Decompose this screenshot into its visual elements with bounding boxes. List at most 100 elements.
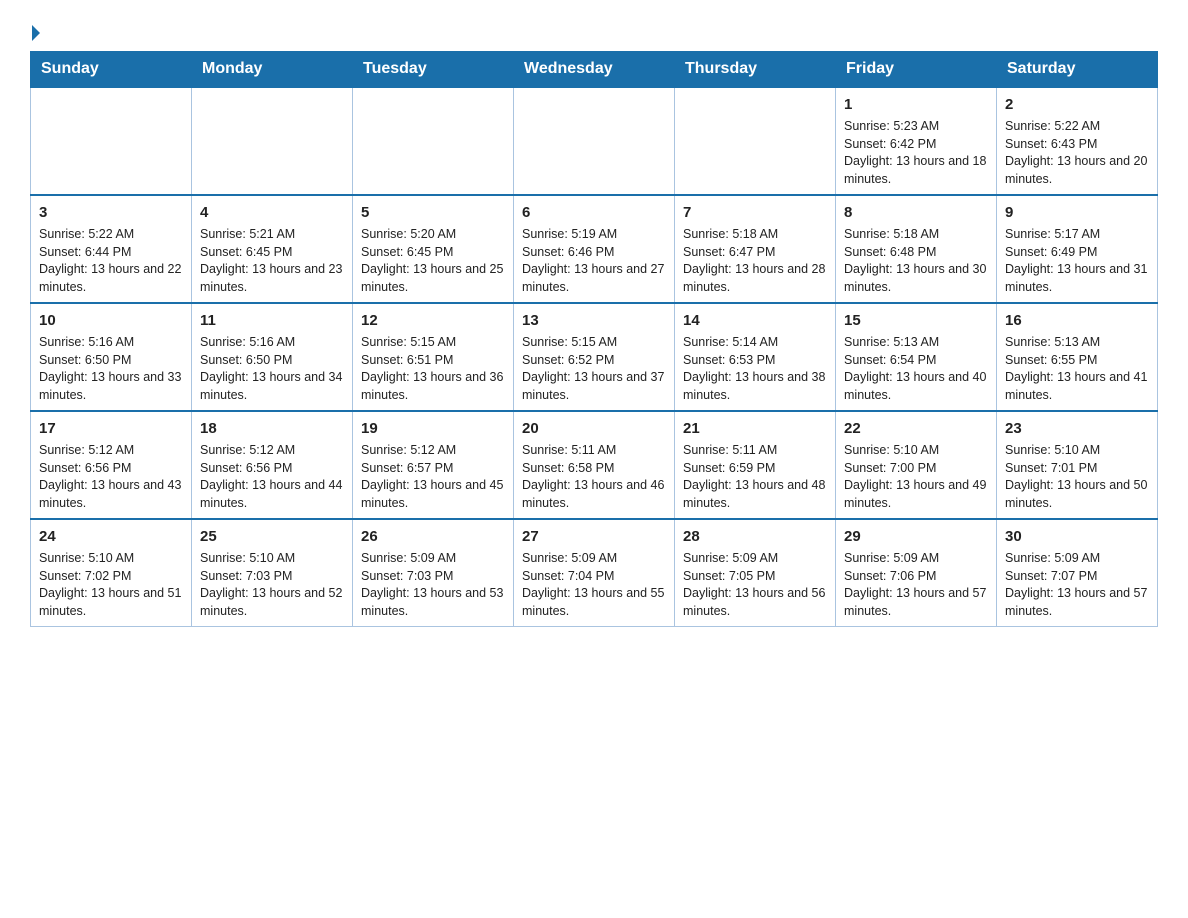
- sun-info: Sunrise: 5:17 AM Sunset: 6:49 PM Dayligh…: [1005, 226, 1149, 296]
- calendar-cell: 7 Sunrise: 5:18 AM Sunset: 6:47 PM Daylig…: [675, 195, 836, 303]
- day-number: 10: [39, 310, 183, 331]
- sun-info: Sunrise: 5:20 AM Sunset: 6:45 PM Dayligh…: [361, 226, 505, 296]
- sun-info: Sunrise: 5:12 AM Sunset: 6:57 PM Dayligh…: [361, 442, 505, 512]
- calendar-cell: 29 Sunrise: 5:09 AM Sunset: 7:06 PM Dayli…: [836, 519, 997, 627]
- calendar-cell: 12 Sunrise: 5:15 AM Sunset: 6:51 PM Dayli…: [353, 303, 514, 411]
- sun-info: Sunrise: 5:19 AM Sunset: 6:46 PM Dayligh…: [522, 226, 666, 296]
- sun-info: Sunrise: 5:10 AM Sunset: 7:03 PM Dayligh…: [200, 550, 344, 620]
- day-number: 25: [200, 526, 344, 547]
- day-number: 29: [844, 526, 988, 547]
- day-number: 28: [683, 526, 827, 547]
- day-number: 30: [1005, 526, 1149, 547]
- day-number: 24: [39, 526, 183, 547]
- weekday-header-row: SundayMondayTuesdayWednesdayThursdayFrid…: [31, 52, 1158, 88]
- calendar-cell: 2 Sunrise: 5:22 AM Sunset: 6:43 PM Daylig…: [997, 87, 1158, 195]
- calendar-cell: 20 Sunrise: 5:11 AM Sunset: 6:58 PM Dayli…: [514, 411, 675, 519]
- calendar-cell: [675, 87, 836, 195]
- sun-info: Sunrise: 5:09 AM Sunset: 7:05 PM Dayligh…: [683, 550, 827, 620]
- sun-info: Sunrise: 5:18 AM Sunset: 6:48 PM Dayligh…: [844, 226, 988, 296]
- weekday-header-sunday: Sunday: [31, 52, 192, 88]
- calendar-cell: 6Sunrise: 5:19 AM Sunset: 6:46 PM Daylig…: [514, 195, 675, 303]
- calendar-cell: 28 Sunrise: 5:09 AM Sunset: 7:05 PM Dayli…: [675, 519, 836, 627]
- logo-arrow-icon: [32, 25, 40, 41]
- sun-info: Sunrise: 5:22 AM Sunset: 6:43 PM Dayligh…: [1005, 118, 1149, 188]
- calendar-header: SundayMondayTuesdayWednesdayThursdayFrid…: [31, 52, 1158, 88]
- calendar-cell: 17 Sunrise: 5:12 AM Sunset: 6:56 PM Dayli…: [31, 411, 192, 519]
- week-row-4: 17 Sunrise: 5:12 AM Sunset: 6:56 PM Dayli…: [31, 411, 1158, 519]
- day-number: 2: [1005, 94, 1149, 115]
- calendar-cell: 30 Sunrise: 5:09 AM Sunset: 7:07 PM Dayli…: [997, 519, 1158, 627]
- sun-info: Sunrise: 5:18 AM Sunset: 6:47 PM Dayligh…: [683, 226, 827, 296]
- sun-info: Sunrise: 5:10 AM Sunset: 7:02 PM Dayligh…: [39, 550, 183, 620]
- sun-info: Sunrise: 5:16 AM Sunset: 6:50 PM Dayligh…: [200, 334, 344, 404]
- day-number: 12: [361, 310, 505, 331]
- logo: [30, 25, 40, 41]
- weekday-header-monday: Monday: [192, 52, 353, 88]
- sun-info: Sunrise: 5:12 AM Sunset: 6:56 PM Dayligh…: [200, 442, 344, 512]
- day-number: 20: [522, 418, 666, 439]
- sun-info: Sunrise: 5:12 AM Sunset: 6:56 PM Dayligh…: [39, 442, 183, 512]
- sun-info: Sunrise: 5:09 AM Sunset: 7:04 PM Dayligh…: [522, 550, 666, 620]
- day-number: 4: [200, 202, 344, 223]
- calendar-cell: 23 Sunrise: 5:10 AM Sunset: 7:01 PM Dayli…: [997, 411, 1158, 519]
- calendar-cell: [192, 87, 353, 195]
- sun-info: Sunrise: 5:10 AM Sunset: 7:01 PM Dayligh…: [1005, 442, 1149, 512]
- sun-info: Sunrise: 5:16 AM Sunset: 6:50 PM Dayligh…: [39, 334, 183, 404]
- sun-info: Sunrise: 5:11 AM Sunset: 6:59 PM Dayligh…: [683, 442, 827, 512]
- day-number: 3: [39, 202, 183, 223]
- day-number: 11: [200, 310, 344, 331]
- calendar-cell: [514, 87, 675, 195]
- sun-info: Sunrise: 5:21 AM Sunset: 6:45 PM Dayligh…: [200, 226, 344, 296]
- day-number: 15: [844, 310, 988, 331]
- weekday-header-wednesday: Wednesday: [514, 52, 675, 88]
- day-number: 21: [683, 418, 827, 439]
- calendar-table: SundayMondayTuesdayWednesdayThursdayFrid…: [30, 51, 1158, 627]
- day-number: 8: [844, 202, 988, 223]
- day-number: 23: [1005, 418, 1149, 439]
- day-number: 17: [39, 418, 183, 439]
- calendar-cell: 10 Sunrise: 5:16 AM Sunset: 6:50 PM Dayli…: [31, 303, 192, 411]
- day-number: 13: [522, 310, 666, 331]
- sun-info: Sunrise: 5:09 AM Sunset: 7:07 PM Dayligh…: [1005, 550, 1149, 620]
- calendar-cell: 14 Sunrise: 5:14 AM Sunset: 6:53 PM Dayli…: [675, 303, 836, 411]
- day-number: 7: [683, 202, 827, 223]
- weekday-header-saturday: Saturday: [997, 52, 1158, 88]
- page-header: [30, 20, 1158, 41]
- calendar-cell: [353, 87, 514, 195]
- sun-info: Sunrise: 5:13 AM Sunset: 6:54 PM Dayligh…: [844, 334, 988, 404]
- sun-info: Sunrise: 5:09 AM Sunset: 7:06 PM Dayligh…: [844, 550, 988, 620]
- day-number: 19: [361, 418, 505, 439]
- calendar-cell: 9 Sunrise: 5:17 AM Sunset: 6:49 PM Daylig…: [997, 195, 1158, 303]
- calendar-cell: 5Sunrise: 5:20 AM Sunset: 6:45 PM Daylig…: [353, 195, 514, 303]
- calendar-cell: 19 Sunrise: 5:12 AM Sunset: 6:57 PM Dayli…: [353, 411, 514, 519]
- calendar-cell: 21 Sunrise: 5:11 AM Sunset: 6:59 PM Dayli…: [675, 411, 836, 519]
- sun-info: Sunrise: 5:13 AM Sunset: 6:55 PM Dayligh…: [1005, 334, 1149, 404]
- sun-info: Sunrise: 5:10 AM Sunset: 7:00 PM Dayligh…: [844, 442, 988, 512]
- calendar-cell: 16Sunrise: 5:13 AM Sunset: 6:55 PM Dayli…: [997, 303, 1158, 411]
- calendar-cell: 8 Sunrise: 5:18 AM Sunset: 6:48 PM Daylig…: [836, 195, 997, 303]
- week-row-3: 10 Sunrise: 5:16 AM Sunset: 6:50 PM Dayli…: [31, 303, 1158, 411]
- calendar-cell: 4 Sunrise: 5:21 AM Sunset: 6:45 PM Daylig…: [192, 195, 353, 303]
- calendar-cell: 1 Sunrise: 5:23 AM Sunset: 6:42 PM Daylig…: [836, 87, 997, 195]
- sun-info: Sunrise: 5:15 AM Sunset: 6:52 PM Dayligh…: [522, 334, 666, 404]
- calendar-cell: 15 Sunrise: 5:13 AM Sunset: 6:54 PM Dayli…: [836, 303, 997, 411]
- day-number: 27: [522, 526, 666, 547]
- calendar-cell: 22Sunrise: 5:10 AM Sunset: 7:00 PM Dayli…: [836, 411, 997, 519]
- day-number: 1: [844, 94, 988, 115]
- day-number: 9: [1005, 202, 1149, 223]
- sun-info: Sunrise: 5:23 AM Sunset: 6:42 PM Dayligh…: [844, 118, 988, 188]
- week-row-5: 24 Sunrise: 5:10 AM Sunset: 7:02 PM Dayli…: [31, 519, 1158, 627]
- sun-info: Sunrise: 5:15 AM Sunset: 6:51 PM Dayligh…: [361, 334, 505, 404]
- calendar-cell: 26Sunrise: 5:09 AM Sunset: 7:03 PM Dayli…: [353, 519, 514, 627]
- calendar-cell: 11 Sunrise: 5:16 AM Sunset: 6:50 PM Dayli…: [192, 303, 353, 411]
- day-number: 14: [683, 310, 827, 331]
- sun-info: Sunrise: 5:22 AM Sunset: 6:44 PM Dayligh…: [39, 226, 183, 296]
- sun-info: Sunrise: 5:14 AM Sunset: 6:53 PM Dayligh…: [683, 334, 827, 404]
- sun-info: Sunrise: 5:11 AM Sunset: 6:58 PM Dayligh…: [522, 442, 666, 512]
- calendar-body: 1 Sunrise: 5:23 AM Sunset: 6:42 PM Daylig…: [31, 87, 1158, 627]
- calendar-cell: 25 Sunrise: 5:10 AM Sunset: 7:03 PM Dayli…: [192, 519, 353, 627]
- week-row-2: 3 Sunrise: 5:22 AM Sunset: 6:44 PM Daylig…: [31, 195, 1158, 303]
- calendar-cell: 27 Sunrise: 5:09 AM Sunset: 7:04 PM Dayli…: [514, 519, 675, 627]
- calendar-cell: 18Sunrise: 5:12 AM Sunset: 6:56 PM Dayli…: [192, 411, 353, 519]
- weekday-header-thursday: Thursday: [675, 52, 836, 88]
